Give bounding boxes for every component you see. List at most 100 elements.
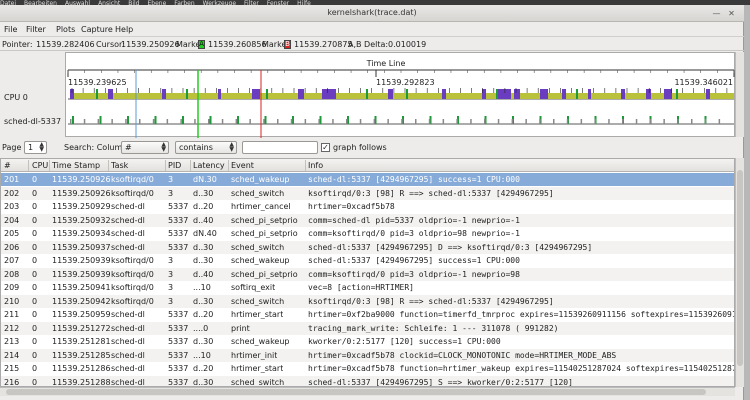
column-header-event[interactable]: Event [231, 161, 254, 170]
column-separator[interactable] [228, 160, 229, 171]
table-row[interactable]: 216 0 11539.251288 sched-dl 5337 d..30 sched_s… [1, 375, 734, 387]
menu-file[interactable]: File [4, 25, 17, 34]
table-row[interactable]: 201 0 11539.250926 ksoftirqd/0 3 dN.30 sched_w… [1, 173, 734, 186]
cell-pid: 5337 [168, 377, 189, 387]
task-run-tick [401, 119, 403, 124]
cpu-row-activity-bar [70, 93, 734, 99]
cell-timestamp: 11539.250926 [52, 188, 111, 198]
menu-capture[interactable]: Capture [81, 25, 113, 34]
cpu-event-marker [96, 89, 98, 99]
table-row[interactable]: 202 0 11539.250926 ksoftirqd/0 3 d..30 sched_s… [1, 186, 734, 200]
column-header-info[interactable]: Info [308, 161, 323, 170]
task-run-tick [235, 119, 238, 124]
cell-number: 216 [4, 377, 20, 387]
table-row[interactable]: 214 0 11539.251285 sched-dl 5337 ...10 hrtimer… [1, 348, 734, 362]
page-label: Page [2, 143, 22, 152]
table-row[interactable]: 204 0 11539.250932 sched-dl 5337 d..40 sched_p… [1, 213, 734, 227]
table-row[interactable]: 211 0 11539.250959 sched-dl 5337 d..20 hrtimer… [1, 308, 734, 321]
table-hscroll-thumb[interactable] [6, 389, 706, 395]
column-select[interactable]: # ▲ ▼ [121, 141, 169, 154]
task-run-tick [691, 119, 693, 124]
cell-task: sched-dl [111, 350, 145, 360]
task-run-tick [97, 119, 100, 124]
spinner-arrows-icon[interactable]: ▲ ▼ [39, 142, 44, 153]
column-separator[interactable] [28, 160, 29, 171]
cell-event: sched_switch [231, 377, 285, 387]
column-separator[interactable] [108, 160, 109, 171]
cell-latency: ...10 [193, 350, 211, 360]
cell-cpu: 0 [32, 215, 38, 225]
column-separator[interactable] [190, 160, 191, 171]
column-header-task[interactable]: Task [111, 161, 128, 170]
cell-event: hrtimer_cancel [231, 202, 291, 211]
minimize-icon[interactable]: — [712, 9, 721, 18]
table-row[interactable]: 203 0 11539.250929 sched-dl 5337 d..20 hrtimer… [1, 200, 734, 213]
cell-number: 203 [4, 202, 20, 211]
cell-timestamp: 11539.250934 [52, 229, 111, 238]
table-scroll-thumb[interactable] [737, 170, 743, 366]
table-row[interactable]: 209 0 11539.250941 ksoftirqd/0 3 ...10 softirq… [1, 281, 734, 294]
graph-plot-area[interactable]: Time Line 11539.239625 11539.292823 11539.3… [65, 52, 736, 138]
column-header-cpu[interactable]: CPU [32, 161, 48, 170]
cell-timestamp: 11539.251285 [52, 350, 111, 360]
table-header: # CPU Time Stamp Task PID Latency Event Info [1, 159, 734, 172]
search-input[interactable] [242, 141, 318, 154]
task-run-tick [553, 119, 555, 124]
task-run-tick [718, 119, 721, 124]
graph-vertical-scrollbar[interactable] [735, 52, 744, 137]
task-wakeup-marker [154, 116, 157, 124]
cell-number: 208 [4, 269, 20, 279]
task-run-tick [166, 119, 169, 124]
marker-b-button[interactable]: B [284, 40, 291, 49]
cell-number: 204 [4, 215, 20, 225]
cell-latency: d..40 [193, 215, 214, 225]
table-row[interactable]: 212 0 11539.251272 sched-dl 5337 ....0 print tr… [1, 321, 734, 335]
cell-cpu: 0 [32, 269, 38, 279]
timeline-svg[interactable]: Time Line 11539.239625 11539.292823 11539.3… [66, 53, 736, 138]
table-row[interactable]: 207 0 11539.250939 ksoftirqd/0 3 d..30 sched_w… [1, 254, 734, 267]
marker-a-button[interactable]: A [198, 40, 205, 49]
menu-filter[interactable]: Filter [26, 25, 46, 34]
close-icon[interactable]: ✕ [727, 9, 736, 18]
cell-latency: d..30 [193, 256, 214, 265]
cell-info: sched-dl:5337 [4294967295] S ==> kworker… [308, 377, 573, 387]
column-header-number[interactable]: # [4, 161, 11, 170]
column-separator[interactable] [49, 160, 50, 171]
column-header-latency[interactable]: Latency [193, 161, 225, 170]
column-separator[interactable] [165, 160, 166, 171]
cpu-task-block [442, 89, 446, 99]
page-spinner[interactable]: 1 ▲ ▼ [24, 141, 47, 154]
cell-timestamp: 11539.250939 [52, 269, 111, 279]
column-header-pid[interactable]: PID [168, 161, 181, 170]
task-run-tick [277, 119, 279, 124]
cell-event: sched_pi_setprio [231, 269, 298, 279]
cpu-task-block [621, 89, 625, 99]
cell-number: 210 [4, 296, 20, 306]
cell-task: sched-dl [111, 364, 145, 373]
cell-pid: 3 [168, 256, 174, 265]
task-run-tick [539, 119, 541, 124]
menu-plots[interactable]: Plots [56, 25, 75, 34]
table-row[interactable]: 215 0 11539.251286 sched-dl 5337 d..20 hrtimer… [1, 362, 734, 375]
graph-follows-checkbox[interactable]: ✓ [321, 143, 330, 152]
cpu-event-marker [266, 89, 268, 99]
match-select[interactable]: contains ▲ ▼ [175, 141, 237, 154]
cell-number: 207 [4, 256, 20, 265]
task-run-tick [594, 119, 596, 124]
menu-help[interactable]: Help [115, 25, 133, 34]
cell-latency: d..30 [193, 337, 214, 346]
table-row[interactable]: 206 0 11539.250937 sched-dl 5337 d..30 sched_s… [1, 240, 734, 254]
cell-pid: 3 [168, 283, 174, 292]
column-header-time-stamp[interactable]: Time Stamp [52, 161, 100, 170]
table-vertical-scrollbar[interactable] [735, 158, 744, 387]
table-row[interactable]: 208 0 11539.250939 ksoftirqd/0 3 d..40 sched_p… [1, 267, 734, 281]
table-row[interactable]: 210 0 11539.250942 ksoftirqd/0 3 d..30 sched_s… [1, 294, 734, 308]
task-run-tick [387, 119, 389, 124]
table-horizontal-scrollbar[interactable] [0, 387, 735, 396]
column-separator[interactable] [305, 160, 306, 171]
table-row[interactable]: 213 0 11539.251281 sched-dl 5337 d..30 sched_w… [1, 335, 734, 348]
table-row[interactable]: 205 0 11539.250934 sched-dl 5337 dN.40 sched_p… [1, 227, 734, 240]
cell-pid: 5337 [168, 323, 189, 333]
cell-cpu: 0 [32, 283, 38, 292]
cell-number: 201 [4, 175, 20, 184]
